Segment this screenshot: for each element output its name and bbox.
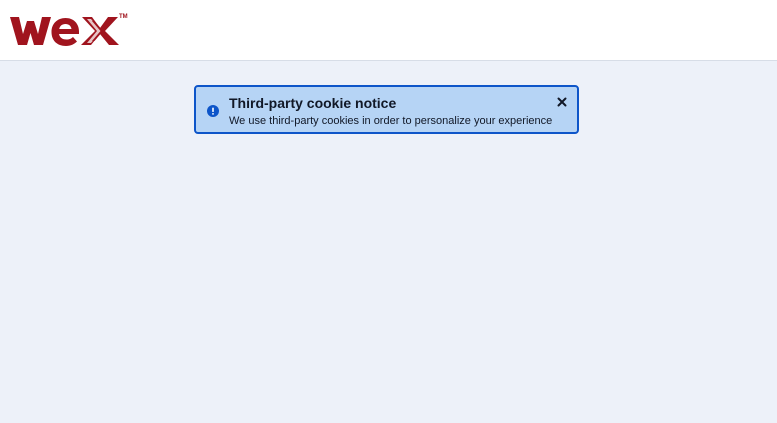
site-header: TM [0,0,777,61]
notice-message: We use third-party cookies in order to p… [229,115,553,127]
cookie-notice-banner: Third-party cookie notice We use third-p… [194,85,579,134]
info-icon [207,105,219,117]
trademark-mark: TM [119,14,128,20]
notice-title: Third-party cookie notice [229,95,397,111]
close-icon[interactable] [555,95,569,109]
wex-logo: TM [10,14,128,46]
